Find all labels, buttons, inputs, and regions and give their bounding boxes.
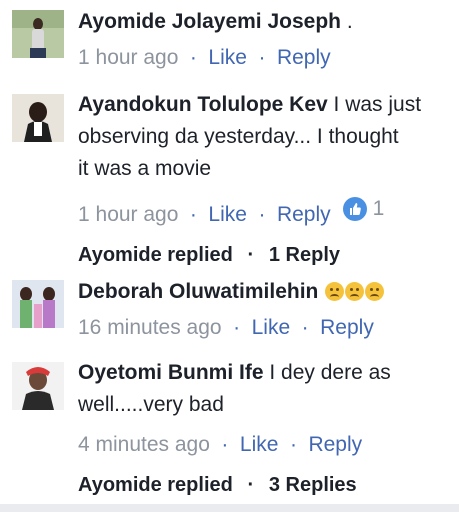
comment-text: Ayandokun Tolulope Kev I was just <box>78 89 451 121</box>
reply-count: 1 Reply <box>268 244 341 266</box>
comment-meta: 1 hour ago · Like · Reply <box>78 42 451 74</box>
avatar-image <box>12 280 64 328</box>
like-link[interactable]: Like <box>240 433 279 456</box>
separator: · <box>189 46 197 69</box>
crying-face-icon <box>345 282 365 301</box>
comment-body: I was just <box>327 93 422 116</box>
like-count[interactable]: 1 <box>342 193 385 225</box>
crying-face-icon <box>365 282 385 301</box>
crying-face-icon <box>325 282 345 301</box>
avatar[interactable] <box>12 94 64 142</box>
separator: · <box>233 316 241 339</box>
avatar-image <box>12 10 64 58</box>
reply-link[interactable]: Reply <box>277 203 331 226</box>
comment-body: . <box>340 10 353 33</box>
comment-4: Oyetomi Bunmi Ife I dey dere as well....… <box>0 352 459 502</box>
comment-body-line: it was a movie <box>78 157 212 180</box>
comment-author[interactable]: Ayomide Jolayemi Joseph <box>78 10 341 33</box>
comment-text: Deborah Oluwatimilehin <box>78 276 451 308</box>
reply-link[interactable]: Reply <box>277 46 331 69</box>
comment-3: Deborah Oluwatimilehin 16 minutes ago · Li… <box>0 270 459 350</box>
comment-text: Ayomide Jolayemi Joseph . <box>78 6 451 38</box>
comment-time[interactable]: 1 hour ago <box>78 203 178 226</box>
reply-count: 3 Replies <box>268 474 357 496</box>
comment-author[interactable]: Ayandokun Tolulope Kev <box>78 93 328 116</box>
separator: · <box>247 474 255 496</box>
comment-body-line: observing da yesterday... I thought <box>78 125 399 148</box>
avatar-image <box>12 362 64 410</box>
replied-by: Ayomide replied <box>78 474 233 496</box>
separator: · <box>301 316 309 339</box>
separator: · <box>189 203 197 226</box>
comment-meta: 16 minutes ago · Like · Reply <box>78 312 451 344</box>
avatar[interactable] <box>12 280 64 328</box>
view-replies-link[interactable]: Ayomide replied · 3 Replies <box>78 469 451 501</box>
avatar[interactable] <box>12 362 64 410</box>
comment-text: Oyetomi Bunmi Ife I dey dere as <box>78 357 451 389</box>
reply-link[interactable]: Reply <box>308 433 362 456</box>
view-replies-link[interactable]: Ayomide replied · 1 Reply <box>78 239 451 271</box>
comment-body: I dey dere as <box>263 361 391 384</box>
comment-time[interactable]: 16 minutes ago <box>78 316 222 339</box>
like-link[interactable]: Like <box>208 203 247 226</box>
separator: · <box>289 433 297 456</box>
comment-meta: 4 minutes ago · Like · Reply <box>78 429 451 461</box>
avatar[interactable] <box>12 10 64 58</box>
comment-body-line: well.....very bad <box>78 393 224 416</box>
replied-by: Ayomide replied <box>78 244 233 266</box>
like-count-value: 1 <box>372 197 385 220</box>
thumbs-up-icon <box>342 197 367 221</box>
comment-author[interactable]: Deborah Oluwatimilehin <box>78 280 318 303</box>
comment-author[interactable]: Oyetomi Bunmi Ife <box>78 361 264 384</box>
comment-1: Ayomide Jolayemi Joseph . 1 hour ago · Lik… <box>0 0 459 86</box>
comment-time[interactable]: 4 minutes ago <box>78 433 210 456</box>
comment-2: Ayandokun Tolulope Kev I was just observ… <box>0 86 459 266</box>
bottom-divider <box>0 504 459 512</box>
separator: · <box>258 203 266 226</box>
like-link[interactable]: Like <box>208 46 247 69</box>
reply-link[interactable]: Reply <box>320 316 374 339</box>
comment-time[interactable]: 1 hour ago <box>78 46 178 69</box>
separator: · <box>247 244 255 266</box>
avatar-image <box>12 94 64 142</box>
separator: · <box>221 433 229 456</box>
comment-meta: 1 hour ago · Like · Reply 1 <box>78 193 451 231</box>
separator: · <box>258 46 266 69</box>
like-link[interactable]: Like <box>252 316 291 339</box>
